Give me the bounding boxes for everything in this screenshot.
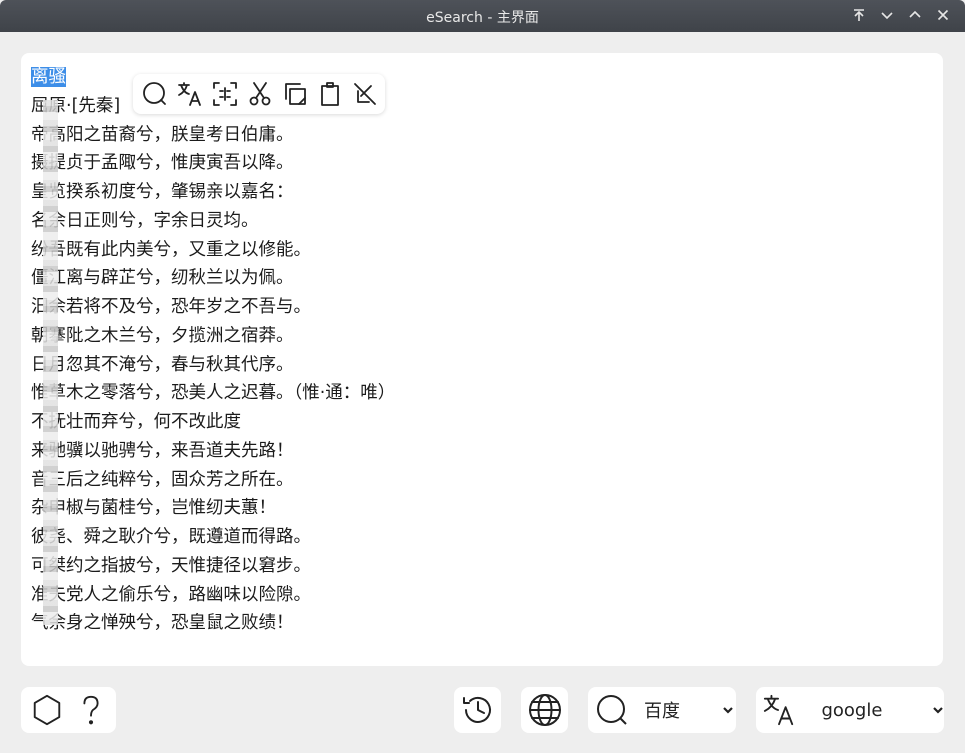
scan-icon (212, 82, 237, 106)
minimize-button[interactable] (876, 4, 898, 26)
search-button[interactable] (588, 687, 636, 733)
selection-toolbar (133, 74, 385, 114)
help-icon (82, 695, 99, 725)
copy-icon (284, 83, 306, 105)
hexagon-icon (33, 694, 60, 726)
search-icon (597, 695, 627, 725)
search-engine-select[interactable]: 百度 (644, 697, 734, 723)
help-button[interactable] (69, 687, 113, 733)
text-line: 不抚壮而弃兮，何不改此度 (31, 412, 241, 432)
search-engine-group: 百度 (588, 687, 736, 733)
title-bar: eSearch - 主界面 (0, 0, 965, 32)
cut-icon (249, 82, 270, 106)
history-button[interactable] (454, 687, 501, 733)
text-line: 纷吾既有此内美兮，又重之以修能。 (31, 239, 311, 260)
chevron-down-icon (723, 707, 733, 714)
text-line: 可桀约之指披兮，天惟捷径以窘步。 (31, 555, 311, 576)
search-icon (142, 82, 166, 105)
search-selection-button[interactable] (137, 76, 172, 112)
text-line: 日月忽其不淹兮，春与秋其代序。 (31, 354, 294, 375)
left-tools (21, 687, 116, 733)
text-line: 摄提贞于孟陬兮，惟庚寅吾以降。 (31, 153, 294, 174)
window-title: eSearch - 主界面 (426, 10, 539, 26)
editor-text[interactable]: 离骚 屈原·[先秦] 帝高阳之苗裔兮，朕皇考日伯庸。 摄提贞于孟陬兮，惟庚寅吾以… (31, 63, 395, 638)
text-editor[interactable]: 离骚 屈原·[先秦] 帝高阳之苗裔兮，朕皇考日伯庸。 摄提贞于孟陬兮，惟庚寅吾以… (21, 53, 943, 666)
history-icon (462, 696, 491, 723)
bottom-bar: 百度 google (0, 678, 965, 753)
text-line: 惟草木之零落兮，恐美人之迟暮。（惟·通：唯） (31, 383, 396, 404)
text-line: 准夫党人之偷乐兮，路幽味以险隙。 (31, 584, 311, 605)
search-engine-value: 百度 (644, 701, 680, 722)
open-browser-button[interactable] (521, 687, 568, 733)
text-line: 帝高阳之苗裔兮，朕皇考日伯庸。 (31, 124, 294, 145)
paste-icon (320, 82, 339, 106)
translate-engine-select[interactable]: google (821, 700, 944, 721)
chevron-down-icon (933, 707, 943, 714)
translate-icon (763, 694, 793, 726)
text-line: 杂申椒与菌桂兮，岂惟纫夫蕙！ (31, 498, 276, 519)
translate-engine-group: google (756, 687, 944, 733)
text-line: 朝搴阰之木兰兮，夕揽洲之宿莽。 (31, 325, 294, 346)
globe-icon (528, 694, 561, 726)
close-toolbar-button[interactable] (347, 76, 382, 112)
chevron-up-icon (909, 10, 921, 18)
pin-top-button[interactable] (848, 4, 870, 26)
translate-engine-value: google (821, 699, 883, 721)
hide-icon (353, 83, 376, 105)
close-button[interactable] (932, 4, 954, 26)
text-line: 来驰骥以驰骋兮，来吾道夫先路！ (31, 440, 294, 461)
text-line: 名余日正则兮，字余日灵均。 (31, 210, 259, 231)
translate-selection-button[interactable] (172, 76, 207, 112)
translate-button[interactable] (756, 687, 801, 733)
text-line: 汩余若将不及兮，恐年岁之不吾与。 (31, 297, 311, 317)
main-menu-button[interactable] (25, 687, 69, 733)
paste-button[interactable] (312, 76, 347, 112)
cut-button[interactable] (242, 76, 277, 112)
text-line: 气余身之惮殃兮，恐皇鼠之败绩！ (31, 613, 294, 634)
close-icon (937, 9, 949, 21)
blurred-region (43, 100, 58, 625)
text-line: 彼尧、舜之耿介兮，既遵道而得路。 (31, 527, 311, 547)
translate-icon (177, 82, 201, 106)
text-line: 音三后之纯粹兮，固众芳之所在。 (31, 469, 294, 490)
text-line: 皇览揆系初度兮，肇锡亲以嘉名： (31, 182, 294, 202)
selected-text[interactable]: 离骚 (31, 67, 66, 87)
maximize-button[interactable] (904, 4, 926, 26)
text-line: 僵江离与辟芷兮，纫秋兰以为佩。 (31, 268, 294, 289)
pin-top-icon (854, 9, 864, 21)
copy-button[interactable] (277, 76, 312, 112)
chevron-down-icon (881, 12, 893, 20)
ocr-scan-button[interactable] (207, 76, 242, 112)
